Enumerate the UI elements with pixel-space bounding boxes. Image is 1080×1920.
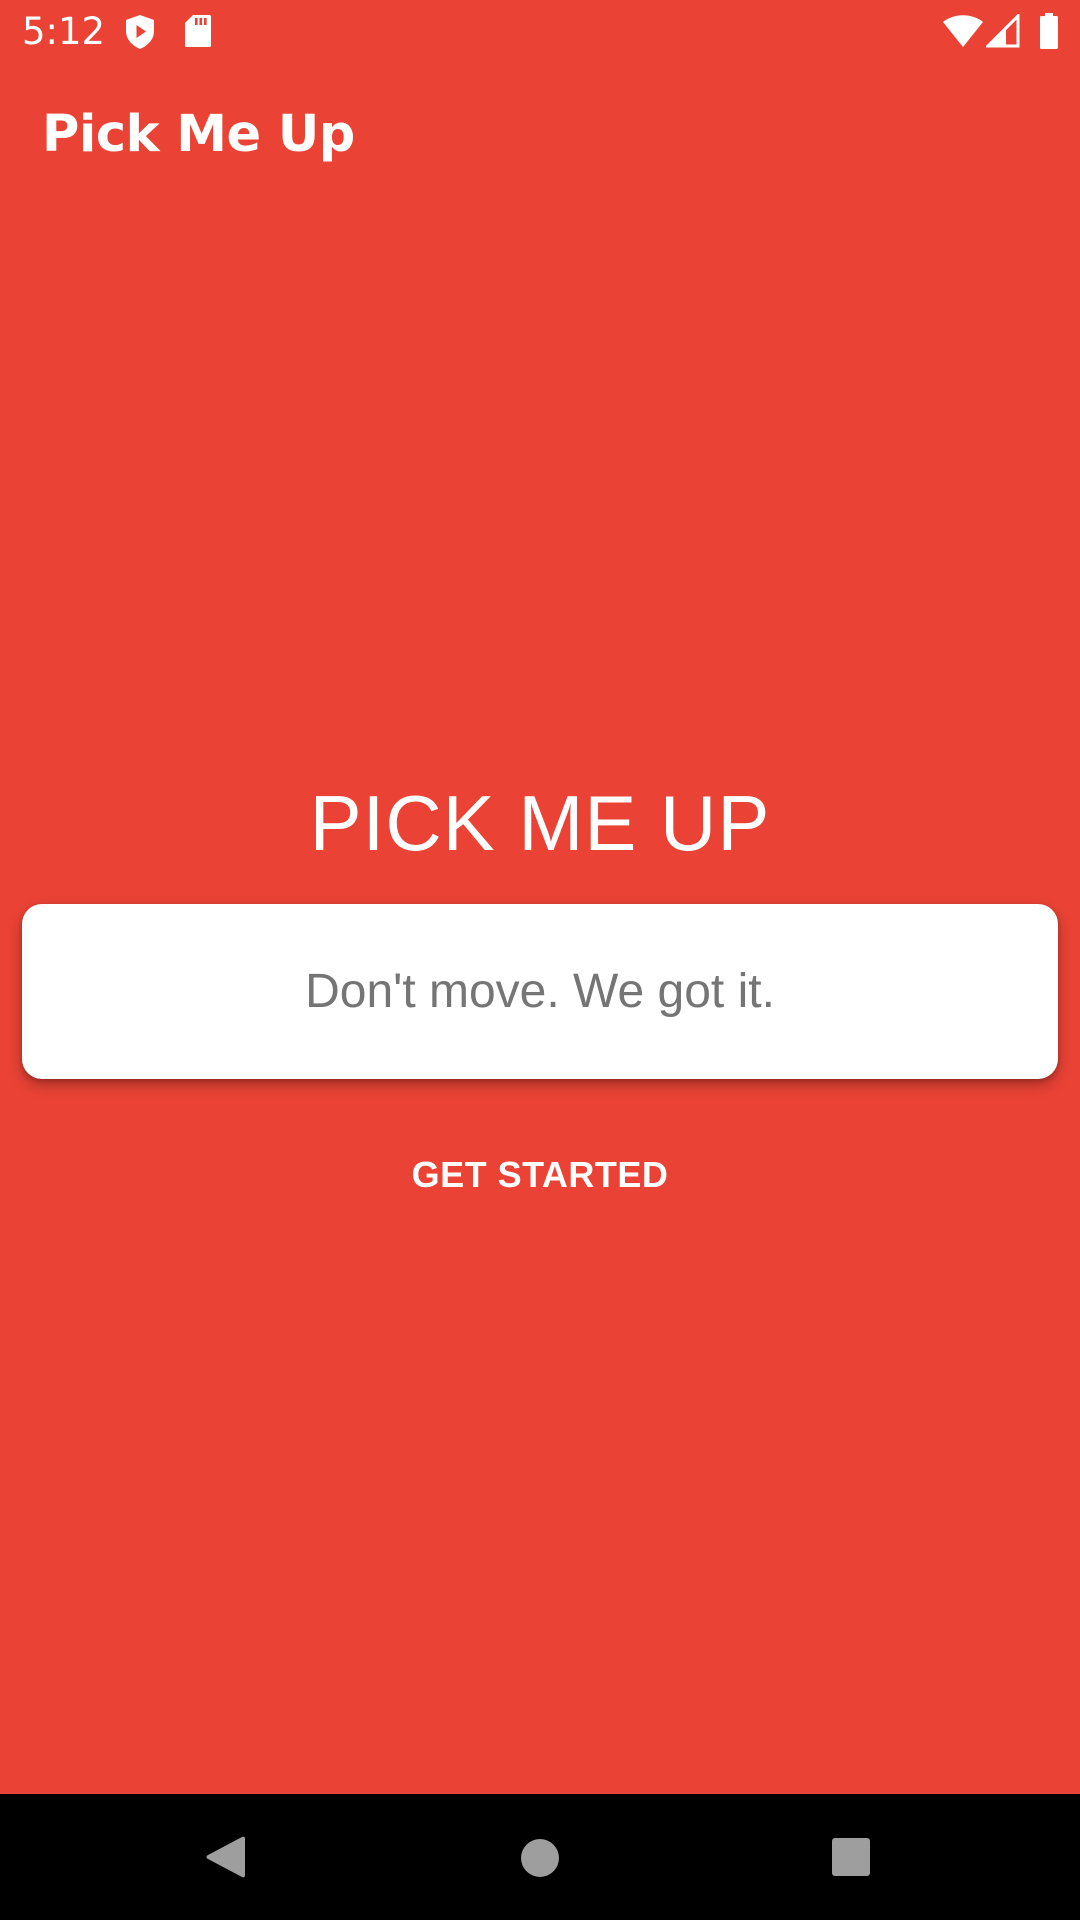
app-screen: 5:12 Pick Me Up PICK ME UP Don't move. W…	[0, 0, 1080, 1794]
sd-card-icon	[185, 15, 211, 47]
tagline-text: Don't move. We got it.	[305, 965, 775, 1018]
battery-icon	[1040, 13, 1058, 49]
get-started-button[interactable]: GET STARTED	[380, 1140, 700, 1210]
navigation-bar	[0, 1794, 1080, 1920]
app-bar: Pick Me Up	[0, 63, 1080, 210]
tagline-card: Don't move. We got it.	[22, 904, 1058, 1079]
back-icon[interactable]	[204, 1834, 246, 1880]
main-heading: PICK ME UP	[309, 779, 771, 867]
home-icon[interactable]	[520, 1838, 560, 1878]
recents-icon[interactable]	[831, 1837, 871, 1877]
status-bar: 5:12	[0, 0, 1080, 63]
wifi-icon	[943, 15, 983, 47]
cellular-signal-icon	[986, 14, 1020, 48]
app-title: Pick Me Up	[42, 105, 355, 164]
status-time: 5:12	[22, 10, 106, 53]
shield-play-icon	[126, 15, 154, 49]
